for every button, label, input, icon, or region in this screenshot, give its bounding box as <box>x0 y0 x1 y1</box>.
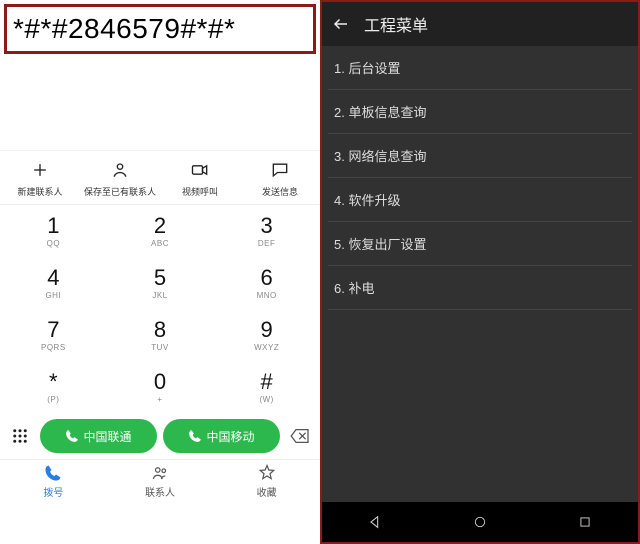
star-icon <box>258 464 276 482</box>
new-contact-button[interactable]: 新建联系人 <box>0 151 80 204</box>
back-icon[interactable] <box>332 15 350 33</box>
nav-favorites[interactable]: 收藏 <box>213 460 320 503</box>
digit: 7 <box>47 319 59 341</box>
video-icon <box>189 159 211 181</box>
phone-icon <box>65 429 79 443</box>
key-6[interactable]: 6 MNO <box>213 257 320 309</box>
digit: 4 <box>47 267 59 289</box>
sub: JKL <box>152 291 167 300</box>
action-row: 新建联系人 保存至已有联系人 视频呼叫 发送信息 <box>0 150 320 205</box>
eng-item-2[interactable]: 2. 单板信息查询 <box>328 90 632 134</box>
key-3[interactable]: 3 DEF <box>213 205 320 257</box>
keypad: 1QQ 2ABC 3DEF 4GHI 5JKL 6MNO 7PQRS 8TUV … <box>0 205 320 413</box>
eng-title: 工程菜单 <box>364 12 428 36</box>
people-icon <box>150 464 170 482</box>
send-message-button[interactable]: 发送信息 <box>240 151 320 204</box>
sub: PQRS <box>41 343 66 352</box>
person-icon <box>109 159 131 181</box>
sub: WXYZ <box>254 343 279 352</box>
digit: 9 <box>261 319 273 341</box>
sub: DEF <box>258 239 276 248</box>
call-sim2-button[interactable]: 中国移动 <box>163 419 280 453</box>
sub: (W) <box>259 395 273 404</box>
phone-icon <box>44 464 62 482</box>
eng-header: 工程菜单 <box>322 2 638 46</box>
eng-item-3[interactable]: 3. 网络信息查询 <box>328 134 632 178</box>
key-7[interactable]: 7 PQRS <box>0 309 107 361</box>
nav-label: 联系人 <box>145 484 175 499</box>
digit: 5 <box>154 267 166 289</box>
keypad-toggle-icon[interactable] <box>6 427 34 445</box>
key-0[interactable]: 0+ <box>107 361 214 413</box>
backspace-icon[interactable] <box>286 428 314 444</box>
eng-list: 1. 后台设置 2. 单板信息查询 3. 网络信息查询 4. 软件升级 5. 恢… <box>322 46 638 502</box>
sub: TUV <box>151 343 169 352</box>
digit: 0 <box>154 371 166 393</box>
call-label: 中国联通 <box>83 428 131 445</box>
digit: 8 <box>154 319 166 341</box>
display-wrap: *#*#2846579#*#* <box>0 0 320 58</box>
key-1[interactable]: 1 QQ <box>0 205 107 257</box>
sub: MNO <box>257 291 277 300</box>
sub: QQ <box>47 239 60 248</box>
eng-item-5[interactable]: 5. 恢复出厂设置 <box>328 222 632 266</box>
eng-menu-pane: 工程菜单 1. 后台设置 2. 单板信息查询 3. 网络信息查询 4. 软件升级… <box>320 0 640 544</box>
nav-label: 收藏 <box>257 484 277 499</box>
digit: * <box>49 371 58 393</box>
key-4[interactable]: 4 GHI <box>0 257 107 309</box>
digit: 1 <box>47 215 59 237</box>
eng-item-6[interactable]: 6. 补电 <box>328 266 632 310</box>
nav-dial[interactable]: 拨号 <box>0 460 107 503</box>
android-navbar <box>322 502 638 542</box>
key-8[interactable]: 8 TUV <box>107 309 214 361</box>
dialer-pane: *#*#2846579#*#* 新建联系人 保存至已有联系人 视频呼叫 发送信息… <box>0 0 320 544</box>
action-label: 新建联系人 <box>17 185 62 198</box>
video-call-button[interactable]: 视频呼叫 <box>160 151 240 204</box>
nav-home-icon[interactable] <box>471 513 489 531</box>
digit: 6 <box>261 267 273 289</box>
nav-contacts[interactable]: 联系人 <box>107 460 214 503</box>
message-icon <box>269 159 291 181</box>
dial-display: *#*#2846579#*#* <box>4 4 316 54</box>
call-sim1-button[interactable]: 中国联通 <box>40 419 157 453</box>
save-contact-button[interactable]: 保存至已有联系人 <box>80 151 160 204</box>
key-star[interactable]: * (P) <box>0 361 107 413</box>
bottom-nav: 拨号 联系人 收藏 <box>0 459 320 503</box>
key-hash[interactable]: # (W) <box>213 361 320 413</box>
digit: # <box>261 371 273 393</box>
sub: + <box>157 395 162 404</box>
sub: (P) <box>47 395 59 404</box>
key-2[interactable]: 2 ABC <box>107 205 214 257</box>
plus-icon <box>29 159 51 181</box>
digit: 3 <box>261 215 273 237</box>
call-row: 中国联通 中国移动 <box>0 413 320 459</box>
action-label: 保存至已有联系人 <box>84 185 156 198</box>
phone-icon <box>188 429 202 443</box>
nav-recent-icon[interactable] <box>576 513 594 531</box>
nav-back-icon[interactable] <box>366 513 384 531</box>
key-9[interactable]: 9 WXYZ <box>213 309 320 361</box>
digit: 2 <box>154 215 166 237</box>
action-label: 发送信息 <box>262 185 298 198</box>
key-5[interactable]: 5 JKL <box>107 257 214 309</box>
action-label: 视频呼叫 <box>182 185 218 198</box>
nav-label: 拨号 <box>43 484 63 499</box>
eng-item-4[interactable]: 4. 软件升级 <box>328 178 632 222</box>
sub: ABC <box>151 239 169 248</box>
sub: GHI <box>45 291 61 300</box>
eng-item-1[interactable]: 1. 后台设置 <box>328 46 632 90</box>
call-label: 中国移动 <box>206 428 254 445</box>
spacer <box>0 58 320 150</box>
